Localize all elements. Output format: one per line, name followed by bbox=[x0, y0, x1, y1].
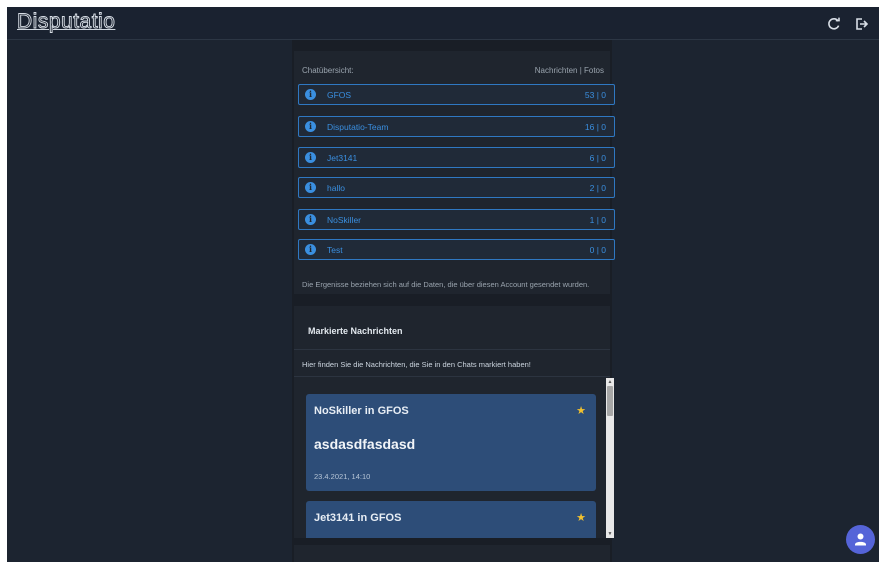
overview-header: Chatübersicht: Nachrichten | Fotos bbox=[302, 66, 604, 78]
marked-messages-subtitle: Hier finden Sie die Nachrichten, die Sie… bbox=[302, 360, 531, 369]
top-bar: Disputatio bbox=[7, 7, 879, 40]
chat-row-hallo[interactable]: i hallo 2 | 0 bbox=[298, 177, 615, 198]
app-window: Disputatio Chatübersicht: Nachrichten | … bbox=[7, 7, 879, 562]
chat-counts: 53 | 0 bbox=[584, 90, 606, 100]
chat-counts: 16 | 0 bbox=[584, 122, 606, 132]
chat-name: hallo bbox=[327, 183, 345, 193]
next-card-strip bbox=[294, 545, 610, 562]
chat-name: NoSkiller bbox=[327, 215, 362, 225]
message-time: 23.4.2021, 14:10 bbox=[314, 472, 371, 481]
user-icon bbox=[855, 533, 866, 546]
chat-row-noskiller[interactable]: i NoSkiller 1 | 0 bbox=[298, 209, 615, 230]
chat-row-jet3141[interactable]: i Jet3141 6 | 0 bbox=[298, 147, 615, 168]
chat-name: GFOS bbox=[327, 90, 352, 100]
user-fab-button[interactable] bbox=[846, 525, 875, 554]
scrollbar-thumb[interactable] bbox=[607, 386, 613, 416]
refresh-icon[interactable] bbox=[826, 16, 842, 32]
message-text: asdasdfasdasd bbox=[314, 436, 416, 452]
marked-message-card[interactable]: Jet3141 in GFOS ★ bbox=[306, 501, 596, 538]
message-header: NoSkiller in GFOS bbox=[314, 405, 409, 417]
chat-counts: 6 | 0 bbox=[589, 153, 606, 163]
marked-messages-title: Markierte Nachrichten bbox=[308, 326, 403, 336]
info-icon: i bbox=[305, 89, 316, 100]
chat-counts: 0 | 0 bbox=[589, 245, 606, 255]
chat-counts: 2 | 0 bbox=[589, 183, 606, 193]
star-icon[interactable]: ★ bbox=[576, 404, 586, 417]
chat-row-gfos[interactable]: i GFOS 53 | 0 bbox=[298, 84, 615, 105]
chat-overview-card: Chatübersicht: Nachrichten | Fotos i GFO… bbox=[294, 51, 615, 294]
marked-messages-list[interactable]: NoSkiller in GFOS ★ asdasdfasdasd 23.4.2… bbox=[296, 378, 618, 538]
chat-name: Jet3141 bbox=[327, 153, 358, 163]
scroll-up-icon[interactable]: ▲ bbox=[607, 379, 613, 385]
chat-row-test[interactable]: i Test 0 | 0 bbox=[298, 239, 615, 260]
star-icon[interactable]: ★ bbox=[576, 511, 586, 524]
overview-note: Die Ergenisse beziehen sich auf die Date… bbox=[302, 280, 590, 289]
scroll-down-icon[interactable]: ▼ bbox=[607, 531, 613, 537]
info-icon: i bbox=[305, 244, 316, 255]
scrollbar[interactable]: ▲ ▼ bbox=[606, 378, 614, 538]
overview-header-label: Chatübersicht: bbox=[302, 66, 354, 75]
app-logo[interactable]: Disputatio bbox=[17, 10, 116, 34]
marked-messages-card: Markierte Nachrichten Hier finden Sie di… bbox=[294, 306, 614, 538]
divider bbox=[294, 376, 610, 377]
message-header: Jet3141 in GFOS bbox=[314, 512, 402, 524]
chat-row-disputatio-team[interactable]: i Disputatio-Team 16 | 0 bbox=[298, 116, 615, 137]
marked-message-card[interactable]: NoSkiller in GFOS ★ asdasdfasdasd 23.4.2… bbox=[306, 394, 596, 491]
chat-name: Test bbox=[327, 245, 343, 255]
info-icon: i bbox=[305, 121, 316, 132]
logout-icon[interactable] bbox=[853, 16, 869, 32]
chat-name: Disputatio-Team bbox=[327, 122, 389, 132]
divider bbox=[294, 349, 610, 350]
overview-header-columns: Nachrichten | Fotos bbox=[534, 66, 604, 75]
info-icon: i bbox=[305, 182, 316, 193]
info-icon: i bbox=[305, 214, 316, 225]
info-icon: i bbox=[305, 152, 316, 163]
chat-counts: 1 | 0 bbox=[589, 215, 606, 225]
